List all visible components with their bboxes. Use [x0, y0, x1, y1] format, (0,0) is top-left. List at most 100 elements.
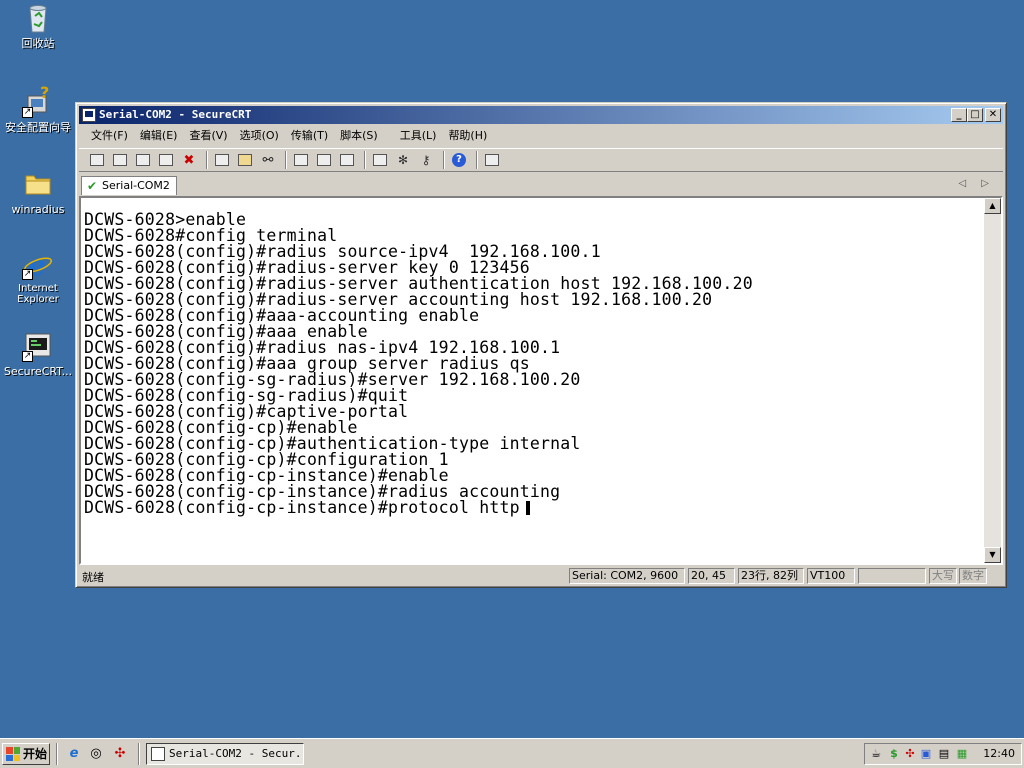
status-num-lock: 数字	[959, 568, 987, 584]
toolbar-separator	[476, 151, 478, 169]
tray-network-icon[interactable]: ▣	[919, 747, 933, 761]
copy-button[interactable]	[212, 151, 232, 169]
status-blank	[858, 568, 926, 584]
find-button[interactable]: ⚯	[258, 151, 278, 169]
toolbar-separator	[443, 151, 445, 169]
terminal-cursor	[525, 501, 530, 515]
menu-script[interactable]: 脚本(S)	[334, 127, 384, 145]
maximize-button[interactable]: □	[967, 108, 983, 122]
desktop-icon-label: 回收站	[21, 37, 55, 50]
sftp-icon	[485, 154, 499, 166]
start-button[interactable]: 开始	[2, 743, 50, 765]
desktop-icon-internet-explorer[interactable]: e ↗ Internet Explorer	[0, 248, 76, 305]
securecrt-icon: ↗	[22, 330, 54, 362]
disconnect-icon: ✖	[183, 152, 195, 168]
tab-serial-com2[interactable]: ✔ Serial-COM2	[81, 176, 177, 195]
terminal-area[interactable]: DCWS-6028>enable DCWS-6028#config termina…	[79, 196, 1003, 565]
status-rows-cols: 23行, 82列	[738, 568, 804, 584]
global-options-button[interactable]: ✻	[393, 151, 413, 169]
desktop-icon-security-wizard[interactable]: ? ↗ 安全配置向导	[0, 83, 76, 134]
internet-explorer-icon: e ↗	[22, 248, 54, 282]
menu-options[interactable]: 选项(O)	[234, 127, 285, 145]
sftp-button[interactable]	[482, 151, 502, 169]
menu-view[interactable]: 查看(V)	[183, 127, 233, 145]
toolbar: ✖ ⚯ ✻ ⚷ ?	[79, 148, 1003, 172]
scroll-down-button[interactable]: ▼	[984, 547, 1001, 563]
minimize-button[interactable]: _	[951, 108, 967, 122]
connect-in-tab-icon	[136, 154, 150, 166]
help-button[interactable]: ?	[449, 151, 469, 169]
connect-in-tab-button[interactable]	[133, 151, 153, 169]
tab-scroll-arrows[interactable]: ◁ ▷	[958, 178, 995, 189]
print-selection-button[interactable]	[314, 151, 334, 169]
window-controls: _ □ ✕	[951, 108, 1001, 122]
toolbar-separator	[206, 151, 208, 169]
start-label: 开始	[23, 747, 48, 761]
status-connection: Serial: COM2, 9600	[569, 568, 685, 584]
help-icon: ?	[452, 153, 466, 167]
quick-connect-button[interactable]	[110, 151, 130, 169]
scroll-up-button[interactable]: ▲	[984, 198, 1001, 214]
desktop-icon-recycle-bin[interactable]: 回收站	[0, 2, 76, 50]
securecrt-task-icon	[151, 747, 165, 761]
desktop-icon-label: Internet Explorer	[17, 283, 59, 305]
menu-file[interactable]: 文件(F)	[85, 127, 134, 145]
quicklaunch-app-icon[interactable]: ✣	[112, 746, 128, 762]
security-wizard-icon: ? ↗	[22, 83, 54, 118]
reconnect-icon	[159, 154, 173, 166]
toolbar-separator	[364, 151, 366, 169]
clock: 12:40	[983, 747, 1015, 760]
print-setup-icon	[340, 154, 354, 166]
print-icon	[294, 154, 308, 166]
recycle-bin-icon	[22, 2, 54, 34]
title-bar[interactable]: Serial-COM2 - SecureCRT _ □ ✕	[79, 106, 1003, 124]
desktop-icon-winradius[interactable]: winradius	[0, 168, 76, 216]
connect-icon	[90, 154, 104, 166]
desktop-icon-label: SecureCRT...	[3, 365, 73, 378]
tray-security-icon[interactable]: $	[887, 747, 901, 761]
quicklaunch-browser-icon[interactable]: ◎	[88, 746, 104, 762]
shortcut-arrow-icon: ↗	[22, 269, 33, 280]
terminal-line: DCWS-6028(config-cp-instance)#protocol h…	[84, 499, 981, 516]
desktop-icon-securecrt[interactable]: ↗ SecureCRT...	[0, 330, 76, 378]
close-button[interactable]: ✕	[985, 108, 1001, 122]
print-selection-icon	[317, 154, 331, 166]
tray-app-icon[interactable]: ✣	[903, 747, 917, 761]
menu-help[interactable]: 帮助(H)	[442, 127, 493, 145]
status-bar: 就绪 Serial: COM2, 9600 20, 45 23行, 82列 VT…	[79, 567, 1003, 585]
taskbar-item-securecrt[interactable]: Serial-COM2 - Secur...	[146, 743, 304, 765]
quick-connect-icon	[113, 154, 127, 166]
status-caps-lock: 大写	[929, 568, 957, 584]
keymap-icon: ⚷	[421, 153, 431, 167]
app-icon[interactable]	[82, 108, 96, 122]
tray-update-icon[interactable]: ▦	[955, 747, 969, 761]
copy-icon	[215, 154, 229, 166]
terminal-output[interactable]: DCWS-6028>enable DCWS-6028#config termina…	[84, 212, 981, 561]
svg-text:?: ?	[40, 86, 49, 102]
disconnect-button[interactable]: ✖	[179, 151, 199, 169]
menu-transfer[interactable]: 传输(T)	[285, 127, 334, 145]
toolbar-separator	[285, 151, 287, 169]
status-ready-text: 就绪	[82, 571, 104, 584]
tray-monitor-icon[interactable]: ▤	[937, 747, 951, 761]
status-emulation: VT100	[807, 568, 855, 584]
shortcut-arrow-icon: ↗	[22, 351, 33, 362]
taskbar-separator	[138, 743, 140, 765]
tray-java-icon[interactable]: ☕	[869, 747, 883, 761]
connected-check-icon: ✔	[87, 179, 98, 193]
session-options-button[interactable]	[370, 151, 390, 169]
print-setup-button[interactable]	[337, 151, 357, 169]
desktop-icon-label: 安全配置向导	[5, 121, 71, 134]
print-button[interactable]	[291, 151, 311, 169]
windows-flag-icon	[6, 747, 20, 761]
desktop-icon-label: winradius	[11, 203, 65, 216]
menu-tools[interactable]: 工具(L)	[394, 127, 443, 145]
global-options-icon: ✻	[397, 153, 409, 167]
reconnect-button[interactable]	[156, 151, 176, 169]
vertical-scrollbar[interactable]: ▲ ▼	[984, 198, 1001, 563]
paste-button[interactable]	[235, 151, 255, 169]
connect-button[interactable]	[87, 151, 107, 169]
quicklaunch-ie-icon[interactable]: e	[66, 746, 82, 762]
keymap-button[interactable]: ⚷	[416, 151, 436, 169]
menu-edit[interactable]: 编辑(E)	[134, 127, 184, 145]
